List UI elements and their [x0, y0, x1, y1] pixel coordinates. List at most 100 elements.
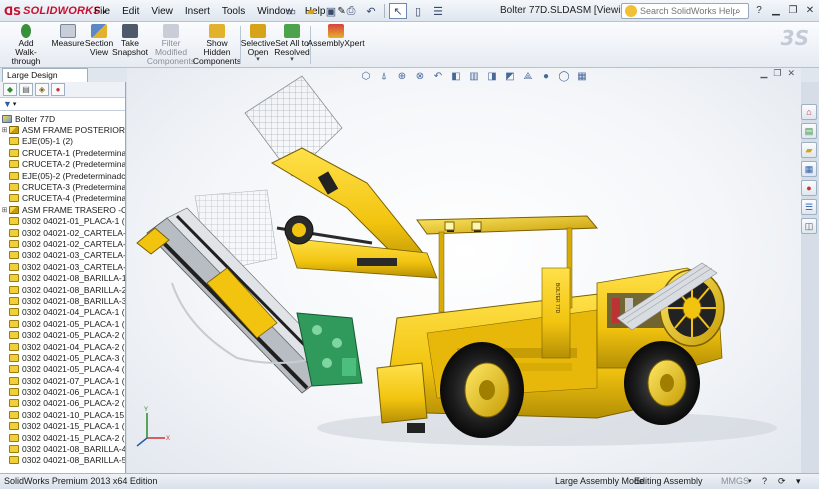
part-icon — [9, 262, 19, 271]
display-manager-tab-icon[interactable]: ● — [51, 83, 65, 96]
tree-item[interactable]: 0302 04021-01_PLACA-1 (I — [0, 216, 125, 227]
save-icon[interactable]: ▣ — [322, 3, 340, 19]
tab-large-design-review[interactable]: Large Design Review — [2, 68, 88, 92]
menu-tools[interactable]: Tools — [216, 6, 251, 17]
tree-item[interactable]: 0302 04021-15_PLACA-2 (I — [0, 432, 125, 443]
forum-icon[interactable]: ◫ — [801, 218, 817, 234]
tree-item[interactable]: 0302 04021-08_BARILLA-3 — [0, 295, 125, 306]
search-icon[interactable]: ⌕ — [735, 6, 741, 17]
set-all-resolved-button[interactable]: Set All to Resolved ▾ — [274, 24, 310, 63]
file-explorer-icon[interactable]: ▰ — [801, 142, 817, 158]
part-icon — [9, 217, 19, 226]
tree-item[interactable]: 0302 04021-04_PLACA-1 (I — [0, 307, 125, 318]
status-help-icon[interactable]: ? — [762, 474, 767, 489]
section-view-button[interactable]: Section View — [84, 24, 114, 57]
tree-root[interactable]: Bolter 77D — [0, 113, 125, 124]
status-options-icon[interactable]: ▾ — [796, 474, 801, 489]
help-icon[interactable]: ? — [752, 3, 766, 17]
open-folder-icon[interactable]: ▰ — [302, 3, 320, 19]
set-all-resolved-dropdown-icon[interactable]: ▾ — [290, 56, 294, 63]
add-walkthrough-button[interactable]: Add Walk-through — [6, 24, 46, 66]
tree-item[interactable]: 0302 04021-07_PLACA-1 (I — [0, 375, 125, 386]
menu-file[interactable]: File — [88, 6, 116, 17]
close-icon[interactable]: ✕ — [803, 3, 817, 17]
units-dropdown-icon[interactable]: ▾ — [748, 474, 752, 489]
tree-item[interactable]: CRUCETA-3 (Predetermina — [0, 181, 125, 192]
filter-dropdown-icon[interactable]: ▾ — [13, 100, 17, 108]
tree-item[interactable]: 0302 04021-02_CARTELA-2 — [0, 238, 125, 249]
take-snapshot-button[interactable]: Take Snapshot — [112, 24, 148, 57]
section-view-label: Section View — [84, 38, 114, 57]
tree-item[interactable]: 0302 04021-03_CARTELA-2 — [0, 261, 125, 272]
ds-logo-icon: ᗡS — [4, 4, 22, 18]
tree-item[interactable]: EJE(05)-1 (2) — [0, 136, 125, 147]
status-units[interactable]: MMGS — [721, 474, 749, 489]
select-arrow-icon[interactable]: ↖ — [389, 3, 407, 19]
tree-item[interactable]: 0302 04021-08_BARILLA-1 — [0, 272, 125, 283]
measure-button[interactable]: Measure — [51, 24, 85, 48]
help-search-box[interactable]: ⌕ — [621, 3, 749, 19]
undo-icon[interactable]: ↶ — [362, 3, 380, 19]
tree-item[interactable]: 0302 04021-05_PLACA-2 (I — [0, 329, 125, 340]
tree-item[interactable]: ⊞ ASM FRAME TRASERO -C — [0, 204, 125, 215]
filter-modified-components-button[interactable]: Filter Modified Components — [147, 24, 195, 66]
show-hidden-components-button[interactable]: Show Hidden Components — [193, 24, 241, 66]
tree-item[interactable]: 0302 04021-08_BARILLA-5 — [0, 455, 125, 466]
property-manager-tab-icon[interactable]: ▤ — [19, 83, 33, 96]
ds-watermark-icon: 3S — [780, 26, 809, 50]
configuration-manager-tab-icon[interactable]: ◈ — [35, 83, 49, 96]
tree-item[interactable]: 0302 04021-02_CARTELA-1 — [0, 227, 125, 238]
tree-item[interactable]: ⊞ ASM FRAME POSTERIOR-C — [0, 124, 125, 135]
minimize-icon[interactable]: ▁ — [769, 3, 783, 17]
part-icon — [9, 148, 19, 157]
tree-item[interactable]: 0302 04021-06_PLACA-2 (I — [0, 398, 125, 409]
assemblyxpert-button[interactable]: AssemblyXpert — [307, 24, 365, 48]
bolter-3d-model[interactable]: BOLTER 77D Y X — [127, 68, 801, 473]
tree-item-label: CRUCETA-4 (Predetermina — [22, 193, 125, 204]
part-icon — [9, 410, 19, 419]
tree-item[interactable]: 0302 04021-06_PLACA-1 (I — [0, 386, 125, 397]
tree-item[interactable]: EJE(05)-2 (Predeterminadc — [0, 170, 125, 181]
tree-item[interactable]: CRUCETA-1 (Predetermina — [0, 147, 125, 158]
feature-manager-tab-icon[interactable]: ◆ — [3, 83, 17, 96]
print-icon[interactable]: ⎙ — [342, 3, 360, 19]
help-search-input[interactable] — [640, 6, 735, 16]
tree-filter-row[interactable]: ▼ ▾ — [0, 98, 125, 111]
menu-view[interactable]: View — [145, 6, 179, 17]
expand-plus-icon[interactable]: ⊞ — [0, 126, 9, 134]
options-icon[interactable]: ☰ — [429, 3, 447, 19]
tree-item[interactable]: 0302 04021-05_PLACA-3 (I — [0, 352, 125, 363]
tree-item[interactable]: CRUCETA-2 (Predetermina — [0, 159, 125, 170]
tree-item[interactable]: 0302 04021-08_BARILLA-2 — [0, 284, 125, 295]
expand-plus-icon[interactable]: ⊞ — [0, 206, 9, 214]
selective-open-dropdown-icon[interactable]: ▾ — [256, 56, 260, 63]
tree-item[interactable]: 0302 04021-05_PLACA-1 (I — [0, 318, 125, 329]
appearances-scenes-icon[interactable]: ● — [801, 180, 817, 196]
restore-icon[interactable]: ❐ — [786, 3, 800, 17]
solidworks-resources-icon[interactable]: ⌂ — [801, 104, 817, 120]
custom-properties-icon[interactable]: ☰ — [801, 199, 817, 215]
tree-item[interactable]: 0302 04021-03_CARTELA-1 — [0, 250, 125, 261]
tree-item[interactable]: 0302 04021-15_PLACA-1 (I — [0, 421, 125, 432]
tree-item[interactable]: 0302 04021-04_PLACA-2 (I — [0, 341, 125, 352]
status-edition: SolidWorks Premium 2013 x64 Edition — [4, 476, 158, 486]
new-document-icon[interactable]: ▭ — [282, 3, 300, 19]
menu-edit[interactable]: Edit — [116, 6, 145, 17]
tree-item-label: 0302 04021-15_PLACA-1 (I — [22, 421, 125, 432]
menu-insert[interactable]: Insert — [179, 6, 216, 17]
selective-open-button[interactable]: Selective Open ▾ — [241, 24, 275, 63]
graphics-area[interactable]: ⬡ ⍋ ⊕ ⊗ ↶ ◧ ▥ ◨ ◩ ⟁ ● ◯ ▦ ▁ ❐ ✕ BOLTER 7… — [127, 68, 801, 473]
tree-item[interactable]: CRUCETA-4 (Predetermina — [0, 193, 125, 204]
command-manager: Add Walk-through Measure Section View Ta… — [0, 22, 819, 68]
view-palette-icon[interactable]: ▦ — [801, 161, 817, 177]
tree-item[interactable]: 0302 04021-10_PLACA-15. — [0, 409, 125, 420]
rebuild-icon[interactable]: ▯ — [409, 3, 427, 19]
tree-item[interactable]: 0302 04021-08_BARILLA-4 — [0, 443, 125, 454]
tree-item-label: 0302 04021-01_PLACA-1 (I — [22, 216, 125, 227]
status-rebuild-icon[interactable]: ⟳ — [778, 474, 786, 489]
part-icon — [9, 239, 19, 248]
design-library-icon[interactable]: ▤ — [801, 123, 817, 139]
filter-funnel-icon[interactable]: ▼ — [3, 99, 12, 109]
tree-item-label: 0302 04021-05_PLACA-1 (I — [22, 318, 125, 329]
tree-item[interactable]: 0302 04021-05_PLACA-4 (I — [0, 364, 125, 375]
